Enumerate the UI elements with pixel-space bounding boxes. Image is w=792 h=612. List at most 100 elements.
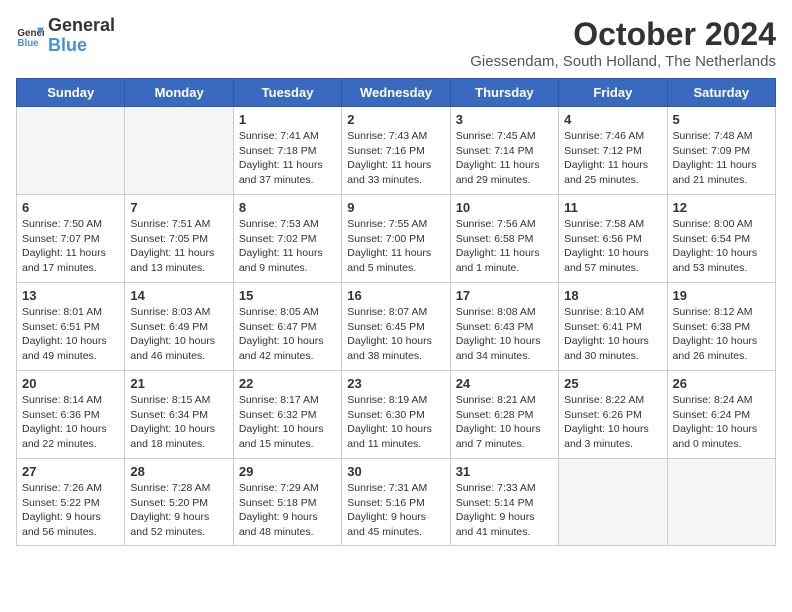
day-info: Sunrise: 7:41 AMSunset: 7:18 PMDaylight:… (239, 129, 336, 188)
calendar-week-3: 13Sunrise: 8:01 AMSunset: 6:51 PMDayligh… (17, 283, 776, 371)
day-info: Sunrise: 7:58 AMSunset: 6:56 PMDaylight:… (564, 217, 661, 276)
calendar-cell: 11 Sunrise: 7:58 AMSunset: 6:56 PMDayligh… (559, 195, 667, 283)
calendar-table: SundayMondayTuesdayWednesdayThursdayFrid… (16, 78, 776, 546)
day-number: 17 (456, 288, 553, 303)
page-header: General Blue General Blue October 2024 G… (16, 16, 776, 70)
calendar-cell: 2 Sunrise: 7:43 AMSunset: 7:16 PMDaylight… (342, 107, 450, 195)
day-info: Sunrise: 8:00 AMSunset: 6:54 PMDaylight:… (673, 217, 770, 276)
day-header-tuesday: Tuesday (233, 79, 341, 107)
day-info: Sunrise: 8:21 AMSunset: 6:28 PMDaylight:… (456, 393, 553, 452)
calendar-cell: 17 Sunrise: 8:08 AMSunset: 6:43 PMDayligh… (450, 283, 558, 371)
day-number: 29 (239, 464, 336, 479)
day-info: Sunrise: 8:01 AMSunset: 6:51 PMDaylight:… (22, 305, 119, 364)
calendar-cell: 8Sunrise: 7:53 AMSunset: 7:02 PMDaylight… (233, 195, 341, 283)
calendar-cell: 14 Sunrise: 8:03 AMSunset: 6:49 PMDayligh… (125, 283, 233, 371)
logo-text: General Blue (48, 16, 115, 56)
calendar-cell: 12 Sunrise: 8:00 AMSunset: 6:54 PMDayligh… (667, 195, 775, 283)
day-info: Sunrise: 8:15 AMSunset: 6:34 PMDaylight:… (130, 393, 227, 452)
day-number: 26 (673, 376, 770, 391)
calendar-cell: 20 Sunrise: 8:14 AMSunset: 6:36 PMDayligh… (17, 371, 125, 459)
calendar-cell (559, 459, 667, 546)
calendar-cell: 18Sunrise: 8:10 AMSunset: 6:41 PMDayligh… (559, 283, 667, 371)
day-number: 1 (239, 112, 336, 127)
calendar-cell: 23Sunrise: 8:19 AMSunset: 6:30 PMDayligh… (342, 371, 450, 459)
calendar-cell: 13Sunrise: 8:01 AMSunset: 6:51 PMDayligh… (17, 283, 125, 371)
day-info: Sunrise: 7:28 AMSunset: 5:20 PMDaylight:… (130, 481, 227, 540)
day-info: Sunrise: 7:29 AMSunset: 5:18 PMDaylight:… (239, 481, 336, 540)
day-info: Sunrise: 8:19 AMSunset: 6:30 PMDaylight:… (347, 393, 444, 452)
calendar-cell: 16 Sunrise: 8:07 AMSunset: 6:45 PMDayligh… (342, 283, 450, 371)
logo-icon: General Blue (16, 22, 44, 50)
day-number: 5 (673, 112, 770, 127)
calendar-cell (667, 459, 775, 546)
calendar-cell: 29 Sunrise: 7:29 AMSunset: 5:18 PMDayligh… (233, 459, 341, 546)
day-info: Sunrise: 8:08 AMSunset: 6:43 PMDaylight:… (456, 305, 553, 364)
day-number: 19 (673, 288, 770, 303)
calendar-cell: 21 Sunrise: 8:15 AMSunset: 6:34 PMDayligh… (125, 371, 233, 459)
day-number: 21 (130, 376, 227, 391)
day-number: 7 (130, 200, 227, 215)
day-info: Sunrise: 7:31 AMSunset: 5:16 PMDaylight:… (347, 481, 444, 540)
day-info: Sunrise: 8:07 AMSunset: 6:45 PMDaylight:… (347, 305, 444, 364)
calendar-week-2: 6Sunrise: 7:50 AMSunset: 7:07 PMDaylight… (17, 195, 776, 283)
calendar-cell: 1 Sunrise: 7:41 AMSunset: 7:18 PMDaylight… (233, 107, 341, 195)
day-header-thursday: Thursday (450, 79, 558, 107)
day-header-monday: Monday (125, 79, 233, 107)
day-info: Sunrise: 8:22 AMSunset: 6:26 PMDaylight:… (564, 393, 661, 452)
calendar-cell (125, 107, 233, 195)
day-header-friday: Friday (559, 79, 667, 107)
calendar-cell: 7 Sunrise: 7:51 AMSunset: 7:05 PMDaylight… (125, 195, 233, 283)
day-number: 14 (130, 288, 227, 303)
day-info: Sunrise: 7:33 AMSunset: 5:14 PMDaylight:… (456, 481, 553, 540)
calendar-week-4: 20 Sunrise: 8:14 AMSunset: 6:36 PMDayligh… (17, 371, 776, 459)
calendar-cell: 24Sunrise: 8:21 AMSunset: 6:28 PMDayligh… (450, 371, 558, 459)
day-info: Sunrise: 7:56 AMSunset: 6:58 PMDaylight:… (456, 217, 553, 276)
calendar-cell: 5Sunrise: 7:48 AMSunset: 7:09 PMDaylight… (667, 107, 775, 195)
day-number: 12 (673, 200, 770, 215)
calendar-cell: 26Sunrise: 8:24 AMSunset: 6:24 PMDayligh… (667, 371, 775, 459)
location: Giessendam, South Holland, The Netherlan… (470, 53, 776, 70)
calendar-cell: 28 Sunrise: 7:28 AMSunset: 5:20 PMDayligh… (125, 459, 233, 546)
calendar-cell: 3 Sunrise: 7:45 AMSunset: 7:14 PMDaylight… (450, 107, 558, 195)
day-info: Sunrise: 8:17 AMSunset: 6:32 PMDaylight:… (239, 393, 336, 452)
day-info: Sunrise: 7:26 AMSunset: 5:22 PMDaylight:… (22, 481, 119, 540)
day-info: Sunrise: 7:50 AMSunset: 7:07 PMDaylight:… (22, 217, 119, 276)
day-number: 2 (347, 112, 444, 127)
day-number: 28 (130, 464, 227, 479)
day-info: Sunrise: 8:03 AMSunset: 6:49 PMDaylight:… (130, 305, 227, 364)
day-info: Sunrise: 8:14 AMSunset: 6:36 PMDaylight:… (22, 393, 119, 452)
calendar-cell: 4Sunrise: 7:46 AMSunset: 7:12 PMDaylight… (559, 107, 667, 195)
calendar-cell: 9Sunrise: 7:55 AMSunset: 7:00 PMDaylight… (342, 195, 450, 283)
calendar-cell: 22 Sunrise: 8:17 AMSunset: 6:32 PMDayligh… (233, 371, 341, 459)
calendar-cell: 27 Sunrise: 7:26 AMSunset: 5:22 PMDayligh… (17, 459, 125, 546)
day-info: Sunrise: 7:43 AMSunset: 7:16 PMDaylight:… (347, 129, 444, 188)
day-number: 4 (564, 112, 661, 127)
day-number: 16 (347, 288, 444, 303)
calendar-cell: 31 Sunrise: 7:33 AMSunset: 5:14 PMDayligh… (450, 459, 558, 546)
day-number: 10 (456, 200, 553, 215)
day-number: 31 (456, 464, 553, 479)
calendar-header-row: SundayMondayTuesdayWednesdayThursdayFrid… (17, 79, 776, 107)
calendar-cell: 15Sunrise: 8:05 AMSunset: 6:47 PMDayligh… (233, 283, 341, 371)
day-info: Sunrise: 8:12 AMSunset: 6:38 PMDaylight:… (673, 305, 770, 364)
calendar-cell (17, 107, 125, 195)
day-info: Sunrise: 7:55 AMSunset: 7:00 PMDaylight:… (347, 217, 444, 276)
title-block: October 2024 Giessendam, South Holland, … (470, 16, 776, 70)
day-number: 22 (239, 376, 336, 391)
calendar-cell: 19 Sunrise: 8:12 AMSunset: 6:38 PMDayligh… (667, 283, 775, 371)
day-number: 3 (456, 112, 553, 127)
svg-text:Blue: Blue (17, 38, 39, 49)
day-number: 11 (564, 200, 661, 215)
calendar-week-1: 1 Sunrise: 7:41 AMSunset: 7:18 PMDaylight… (17, 107, 776, 195)
day-number: 30 (347, 464, 444, 479)
calendar-week-5: 27 Sunrise: 7:26 AMSunset: 5:22 PMDayligh… (17, 459, 776, 546)
day-info: Sunrise: 7:45 AMSunset: 7:14 PMDaylight:… (456, 129, 553, 188)
day-number: 25 (564, 376, 661, 391)
day-number: 20 (22, 376, 119, 391)
day-number: 18 (564, 288, 661, 303)
day-number: 27 (22, 464, 119, 479)
calendar-cell: 30 Sunrise: 7:31 AMSunset: 5:16 PMDayligh… (342, 459, 450, 546)
day-header-sunday: Sunday (17, 79, 125, 107)
day-info: Sunrise: 7:51 AMSunset: 7:05 PMDaylight:… (130, 217, 227, 276)
day-header-saturday: Saturday (667, 79, 775, 107)
